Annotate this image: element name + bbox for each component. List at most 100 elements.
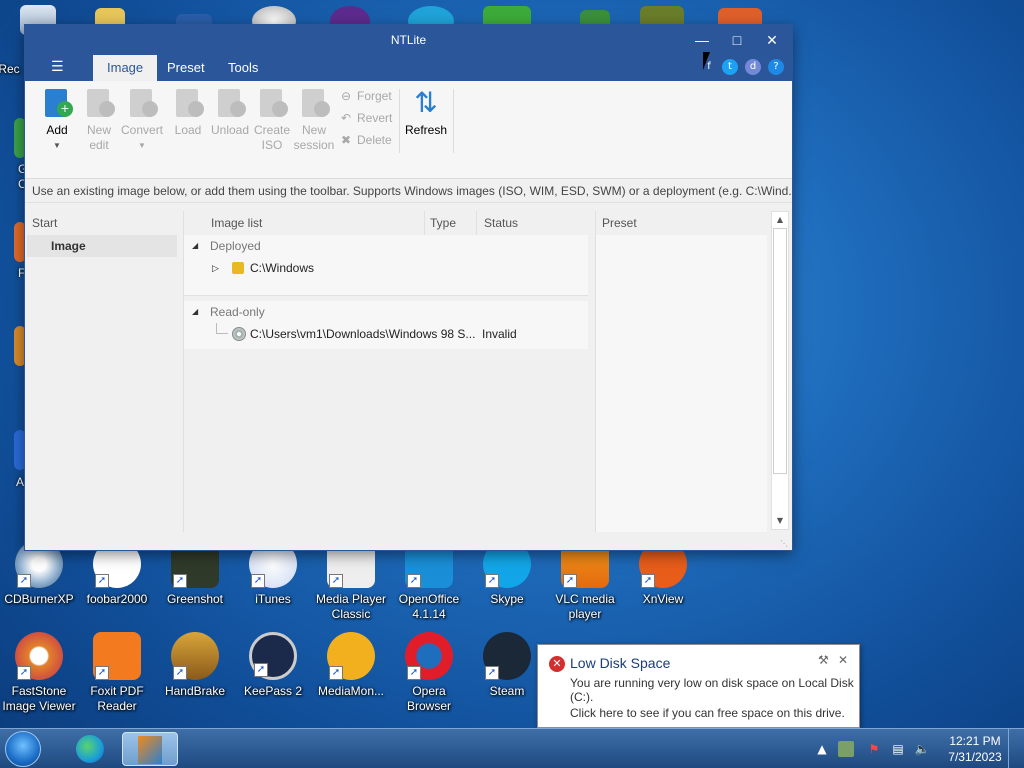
desktop-partial-letter: A	[16, 475, 25, 489]
create-iso-button[interactable]: Create ISO	[251, 87, 293, 153]
desktop-icon-handbrake[interactable]: ➚ HandBrake	[156, 632, 234, 699]
taskbar-ntlite-button[interactable]	[122, 732, 178, 766]
desktop-icon-xnview[interactable]: ➚ XnView	[624, 540, 702, 607]
desktop-icon-cdburnerxp[interactable]: ➚ CDBurnerXP	[0, 540, 78, 607]
group-header-deployed[interactable]: ◢ Deployed	[184, 235, 588, 257]
image-path: C:\Users\vm1\Downloads\Windows 98 S...	[250, 327, 476, 341]
column-separator	[476, 211, 477, 235]
keepass-icon: ➚	[249, 632, 297, 680]
image-list-pane: Image list Type Status ◢ Deployed ▷ C:\W…	[183, 211, 588, 532]
taskbar-clock[interactable]: 12:21 PM 7/31/2023	[948, 733, 1002, 765]
help-icon[interactable]: ?	[768, 59, 784, 75]
tab-image[interactable]: Image	[93, 55, 158, 81]
ribbon-separator	[453, 89, 454, 153]
start-button[interactable]	[5, 731, 41, 767]
column-header-status[interactable]: Status	[484, 216, 518, 230]
desktop-icon-greenshot[interactable]: ➚ Greenshot	[156, 540, 234, 607]
tab-preset[interactable]: Preset	[153, 55, 219, 81]
table-row[interactable]: C:\Users\vm1\Downloads\Windows 98 S... I…	[184, 323, 588, 345]
delete-button[interactable]: ✖ Delete	[339, 133, 392, 147]
column-separator	[424, 211, 425, 235]
delete-icon: ✖	[340, 133, 352, 147]
load-icon	[172, 87, 204, 119]
faststone-icon: ➚	[15, 632, 63, 680]
table-row[interactable]: ▷ C:\Windows	[184, 257, 588, 279]
add-image-icon: +	[41, 87, 73, 119]
resize-grip-icon[interactable]: ⋱	[780, 539, 788, 548]
unload-button[interactable]: Unload	[209, 87, 251, 138]
low-disk-space-notification[interactable]: ✕ Low Disk Space ⚒ ✕ You are running ver…	[537, 644, 860, 728]
collapse-triangle-icon[interactable]: ◢	[192, 235, 198, 257]
tray-volume-muted-icon[interactable]: 🔈	[914, 741, 930, 757]
collapse-triangle-icon[interactable]: ◢	[192, 301, 198, 323]
group-deployed: ◢ Deployed ▷ C:\Windows	[184, 235, 588, 295]
settings-wrench-icon[interactable]: ⚒	[818, 653, 829, 667]
tray-disk-icon[interactable]	[838, 741, 854, 757]
ribbon-separator	[399, 89, 400, 153]
desktop-icon-mediamonkey[interactable]: ➚ MediaMon...	[312, 632, 390, 699]
revert-button[interactable]: ↶ Revert	[339, 111, 392, 125]
desktop-icon-keepass[interactable]: ➚ KeePass 2	[234, 632, 312, 699]
desktop-icon-steam[interactable]: ➚ Steam	[468, 632, 546, 699]
edge-icon	[76, 735, 104, 763]
desktop-icon-vlc[interactable]: ➚ VLC media player	[546, 540, 624, 622]
preset-list[interactable]	[596, 235, 767, 532]
maximize-button[interactable]: □	[725, 30, 749, 50]
opera-icon: ➚	[405, 632, 453, 680]
desktop-icon-opera[interactable]: ➚ Opera Browser	[390, 632, 468, 714]
column-header-image-list[interactable]: Image list	[211, 216, 262, 230]
discord-icon[interactable]: d	[745, 59, 761, 75]
notification-close-button[interactable]: ✕	[838, 653, 848, 667]
unload-label: Unload	[210, 123, 250, 137]
title-bar[interactable]: NTLite — □ ✕	[25, 25, 792, 55]
desktop-icon-media-player-classic[interactable]: ➚ Media Player Classic	[312, 540, 390, 622]
desktop-icon-foobar2000[interactable]: ➚ foobar2000	[78, 540, 156, 607]
tray-network-icon[interactable]: ▤	[890, 741, 906, 757]
new-edit-button[interactable]: New edit	[78, 87, 120, 153]
mediamonkey-icon: ➚	[327, 632, 375, 680]
tray-overflow-arrow-icon[interactable]: ▲	[814, 741, 830, 757]
hamburger-menu-icon[interactable]: ☰	[51, 59, 64, 75]
convert-button[interactable]: Convert ▼	[121, 87, 163, 153]
add-button[interactable]: + Add ▼	[36, 87, 78, 153]
start-pane-header: Start	[32, 216, 58, 230]
twitter-icon[interactable]: t	[722, 59, 738, 75]
show-desktop-button[interactable]	[1008, 729, 1024, 768]
desktop-icon-itunes[interactable]: ➚ iTunes	[234, 540, 312, 607]
close-button[interactable]: ✕	[760, 30, 784, 50]
start-item-image[interactable]: Image	[27, 235, 177, 257]
new-session-button[interactable]: New session	[293, 87, 335, 153]
vertical-scrollbar[interactable]: ▲ ▼	[771, 211, 789, 530]
minimize-button[interactable]: —	[690, 30, 714, 50]
clock-time: 12:21 PM	[949, 734, 1001, 748]
forget-button[interactable]: ⊖ Forget	[339, 89, 392, 103]
desktop-icon-skype[interactable]: ➚ Skype	[468, 540, 546, 607]
scroll-down-arrow-icon[interactable]: ▼	[772, 513, 788, 529]
tab-tools[interactable]: Tools	[214, 55, 272, 81]
scroll-thumb[interactable]	[773, 228, 787, 474]
refresh-label: Refresh	[404, 123, 448, 137]
convert-label: Convert	[121, 123, 164, 137]
group-header-read-only[interactable]: ◢ Read-only	[184, 301, 588, 323]
add-button-label: Add	[46, 123, 68, 137]
refresh-button[interactable]: ⇅ Refresh	[403, 87, 449, 138]
taskbar: ▲ ⚑ ▤ 🔈 12:21 PM 7/31/2023	[0, 728, 1024, 768]
desktop-icon-faststone[interactable]: ➚ FastStone Image Viewer	[0, 632, 78, 714]
taskbar-edge-button[interactable]	[62, 732, 118, 766]
desktop-icon-foxit[interactable]: ➚ Foxit PDF Reader	[78, 632, 156, 714]
tree-line	[216, 323, 228, 334]
ribbon-tab-bar: ☰ Image Preset Tools f t d ?	[25, 55, 792, 81]
load-button[interactable]: Load	[167, 87, 209, 138]
ntlite-app-icon	[138, 736, 162, 764]
desktop-icon-openoffice[interactable]: ➚ OpenOffice 4.1.14	[390, 540, 468, 622]
new-edit-icon	[83, 87, 115, 119]
scroll-up-arrow-icon[interactable]: ▲	[772, 212, 788, 228]
image-path: C:\Windows	[250, 261, 315, 275]
steam-icon: ➚	[483, 632, 531, 680]
new-session-label: New session	[293, 123, 335, 152]
handbrake-icon: ➚	[171, 632, 219, 680]
column-header-type[interactable]: Type	[430, 216, 456, 230]
disc-image-icon	[232, 327, 246, 341]
tray-action-center-icon[interactable]: ⚑	[866, 741, 882, 757]
expand-arrow-icon[interactable]: ▷	[212, 257, 219, 279]
